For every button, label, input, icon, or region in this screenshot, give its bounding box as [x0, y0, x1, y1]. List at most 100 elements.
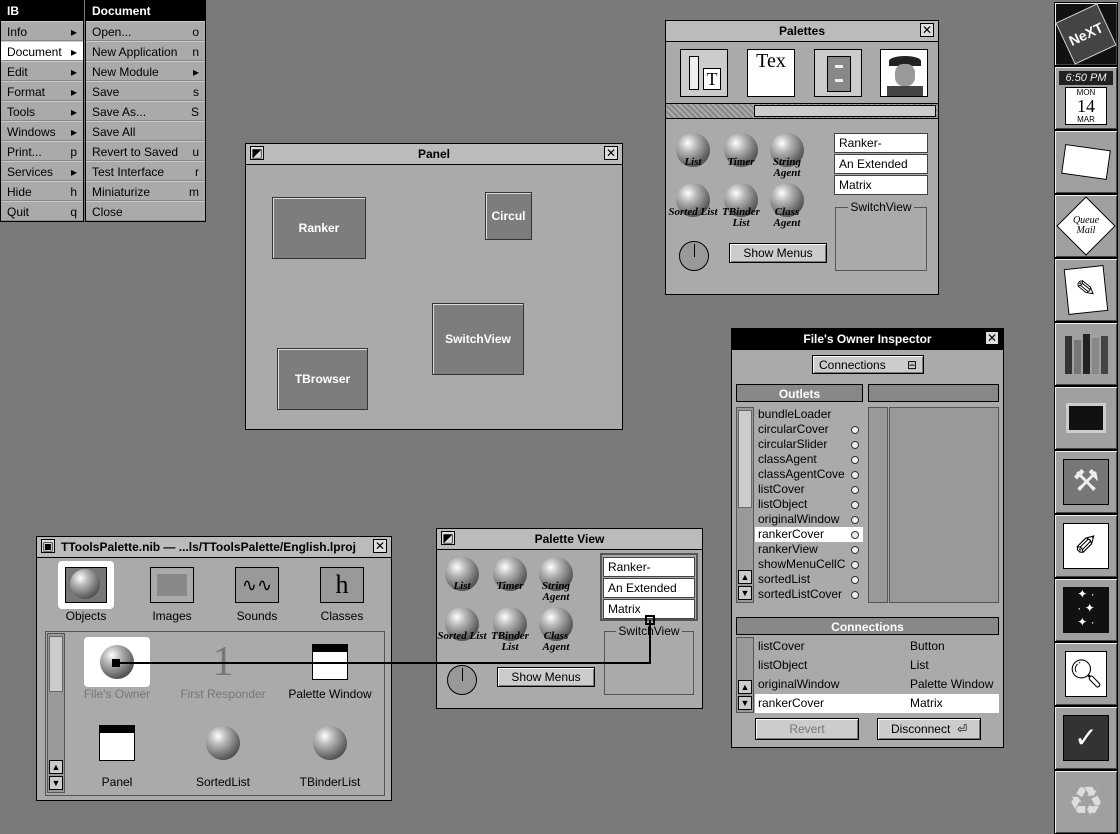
recycler-icon[interactable]: ♻ [1054, 770, 1118, 834]
show-menus-button[interactable]: Show Menus [497, 667, 595, 687]
queue-mail-icon[interactable]: Queue Mail [1054, 194, 1118, 258]
an-extended-field[interactable]: An Extended [603, 578, 695, 598]
document-menu-item[interactable]: Save All [86, 121, 205, 141]
portrait-icon[interactable] [880, 49, 928, 97]
ib-menu-item[interactable]: Services ▸ [1, 161, 83, 181]
document-menu-item[interactable]: Close [86, 201, 205, 221]
document-menu-item[interactable]: Save As... S [86, 101, 205, 121]
targets-scrollbar[interactable] [868, 407, 888, 603]
objects-tab[interactable]: Objects [51, 561, 121, 623]
palette-window-object[interactable]: Palette Window [283, 637, 377, 701]
scroll-down-arrow-icon[interactable]: ▼ [738, 696, 752, 710]
document-menu-item[interactable]: Test Interface r [86, 161, 205, 181]
terminal-icon[interactable] [1054, 386, 1118, 450]
outlet-row[interactable]: classAgent [755, 452, 863, 467]
library-books-icon[interactable] [1054, 322, 1118, 386]
ib-menu-item[interactable]: Quit q [1, 201, 83, 221]
ib-menu-item[interactable]: Tools ▸ [1, 101, 83, 121]
sortedlist-object[interactable]: SortedList [181, 719, 265, 789]
ib-menu-item[interactable]: Info ▸ [1, 21, 83, 41]
palette-view-titlebar[interactable]: Palette View [437, 529, 702, 550]
tbrowser-view[interactable]: TBrowser [277, 348, 368, 410]
text-icon[interactable]: Tex [747, 49, 795, 97]
nib-titlebar[interactable]: TToolsPalette.nib — ...ls/TToolsPalette/… [37, 537, 391, 558]
mail-envelope-icon[interactable] [1054, 130, 1118, 194]
outlets-scrollbar[interactable]: ▲ ▼ [736, 407, 754, 603]
outlet-row[interactable]: bundleLoader [755, 407, 863, 422]
outlet-row[interactable]: rankerView [755, 542, 863, 557]
connection-row[interactable]: originalWindow Palette Window [755, 675, 999, 694]
an-extended-field[interactable]: An Extended [834, 154, 928, 174]
outlet-row[interactable]: listCover [755, 482, 863, 497]
ranker-field[interactable]: Ranker- [834, 133, 928, 153]
scroll-up-arrow-icon[interactable]: ▲ [49, 760, 63, 774]
circular-slider[interactable] [447, 665, 477, 695]
next-logo-icon[interactable]: NeXT [1054, 2, 1118, 66]
close-button[interactable]: ✕ [985, 331, 999, 345]
inspector-titlebar[interactable]: File's Owner Inspector [732, 329, 1003, 350]
preferences-tools-icon[interactable]: ⚒ [1054, 450, 1118, 514]
panel-titlebar[interactable]: Panel [246, 144, 622, 165]
ib-menu-item[interactable]: Document ▸ [1, 41, 83, 61]
miniaturize-button[interactable]: ◩ [441, 531, 455, 545]
classes-tab[interactable]: h Classes [307, 561, 377, 623]
palettes-scroller[interactable] [666, 103, 938, 119]
document-menu-item[interactable]: New Module ▸ [86, 61, 205, 81]
circul-view[interactable]: Circul [485, 192, 532, 240]
outlet-row[interactable]: showMenuCellC [755, 557, 863, 572]
views-icon[interactable]: T [680, 49, 728, 97]
document-menu-item[interactable]: Revert to Saved u [86, 141, 205, 161]
starfield-icon[interactable]: ✦ · · ✦ ✦ · [1054, 578, 1118, 642]
files-owner-object[interactable]: File's Owner [77, 637, 157, 701]
ib-menu-item[interactable]: Print... p [1, 141, 83, 161]
outlet-row[interactable]: circularSlider [755, 437, 863, 452]
scroll-up-arrow-icon[interactable]: ▲ [738, 570, 752, 584]
document-menu-item[interactable]: Save s [86, 81, 205, 101]
outlet-row[interactable]: listObject [755, 497, 863, 512]
images-tab[interactable]: Images [137, 561, 207, 623]
scroller-knob[interactable] [738, 410, 752, 508]
outlet-row[interactable]: rankerCover [755, 527, 863, 542]
interface-builder-icon[interactable]: ✓ [1054, 706, 1118, 770]
sounds-tab[interactable]: ∿∿ Sounds [222, 561, 292, 623]
switchview-box[interactable]: SwitchView [604, 624, 694, 695]
switchview-view[interactable]: SwitchView [432, 303, 524, 375]
file-cabinet-icon[interactable] [814, 49, 862, 97]
magnifier-document-icon[interactable]: 🔍︎ [1054, 642, 1118, 706]
ib-menu-item[interactable]: Windows ▸ [1, 121, 83, 141]
document-menu-item[interactable]: Miniaturize m [86, 181, 205, 201]
switchview-box[interactable]: SwitchView [835, 200, 927, 271]
nib-scrollbar[interactable]: ▲ ▼ [47, 633, 65, 793]
clock-calendar-icon[interactable]: 6:50 PM MON 14 MAR [1054, 66, 1118, 130]
outlet-row[interactable]: sortedList [755, 572, 863, 587]
scroller-knob[interactable] [754, 105, 936, 117]
close-button[interactable]: ✕ [920, 23, 934, 37]
interface-builder-tools-icon[interactable]: ✐ [1054, 514, 1118, 578]
outlet-row[interactable]: sortedListCover [755, 587, 863, 602]
document-menu-item[interactable]: Open... o [86, 21, 205, 41]
miniaturize-button[interactable]: ▣ [41, 539, 55, 553]
tbinderlist-object[interactable]: TBinderList [287, 719, 373, 789]
connection-row[interactable]: listCover Button [755, 637, 999, 656]
editor-icon[interactable]: ✎ [1054, 258, 1118, 322]
close-button[interactable]: ✕ [373, 539, 387, 553]
outlet-row[interactable]: circularCover [755, 422, 863, 437]
revert-button[interactable]: Revert [755, 718, 859, 740]
scroll-up-arrow-icon[interactable]: ▲ [738, 680, 752, 694]
scroller-knob[interactable] [49, 636, 63, 692]
close-button[interactable]: ✕ [604, 146, 618, 160]
panel-object[interactable]: Panel [77, 719, 157, 789]
outlet-row[interactable]: originalWindow [755, 512, 863, 527]
palettes-titlebar[interactable]: Palettes [666, 21, 938, 42]
ranker-view[interactable]: Ranker [272, 197, 366, 259]
connection-row[interactable]: listObject List [755, 656, 999, 675]
scroll-down-arrow-icon[interactable]: ▼ [738, 586, 752, 600]
connection-row[interactable]: rankerCover Matrix [755, 694, 999, 713]
scroll-down-arrow-icon[interactable]: ▼ [49, 776, 63, 790]
circular-slider[interactable] [679, 241, 709, 271]
show-menus-button[interactable]: Show Menus [729, 243, 827, 263]
outlet-row[interactable]: classAgentCove [755, 467, 863, 482]
matrix-field[interactable]: Matrix [603, 599, 695, 619]
first-responder-object[interactable]: 1 First Responder [173, 637, 273, 701]
inspector-mode-popup[interactable]: Connections ⊟ [812, 355, 924, 374]
